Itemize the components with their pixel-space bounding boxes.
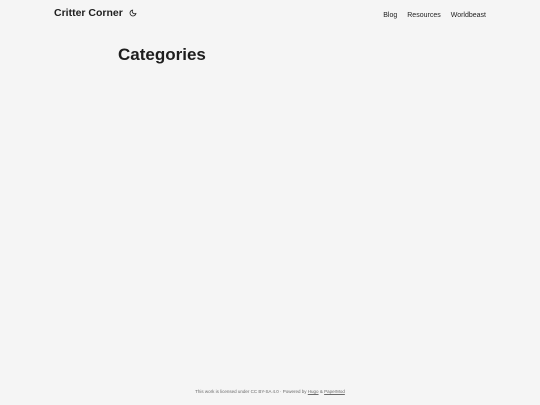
- footer-papermod-link[interactable]: PaperMod: [324, 389, 345, 394]
- main-menu: Blog Resources Worldbeast: [383, 4, 486, 22]
- menu-link-blog[interactable]: Blog: [383, 12, 397, 19]
- page-title: Categories: [118, 45, 206, 64]
- footer-hugo-link[interactable]: Hugo: [308, 389, 319, 394]
- site-footer: This work is licensed under CC BY-SA 4.0…: [0, 389, 540, 394]
- site-header: Critter Corner Blog Resources Worldbeast: [54, 0, 486, 26]
- footer-license-text: This work is licensed under CC BY-SA 4.0…: [195, 389, 307, 394]
- site-logo-link[interactable]: Critter Corner: [54, 7, 123, 19]
- page: Critter Corner Blog Resources Worldbeast…: [0, 0, 540, 405]
- moon-icon[interactable]: [128, 8, 138, 18]
- footer-separator: &: [319, 389, 323, 394]
- menu-item-blog: Blog: [383, 4, 397, 22]
- menu-link-resources[interactable]: Resources: [407, 12, 440, 19]
- menu-item-resources: Resources: [407, 4, 440, 22]
- menu-item-worldbeast: Worldbeast: [451, 4, 486, 22]
- logo-switches: Critter Corner: [54, 7, 138, 19]
- menu-link-worldbeast[interactable]: Worldbeast: [451, 12, 486, 19]
